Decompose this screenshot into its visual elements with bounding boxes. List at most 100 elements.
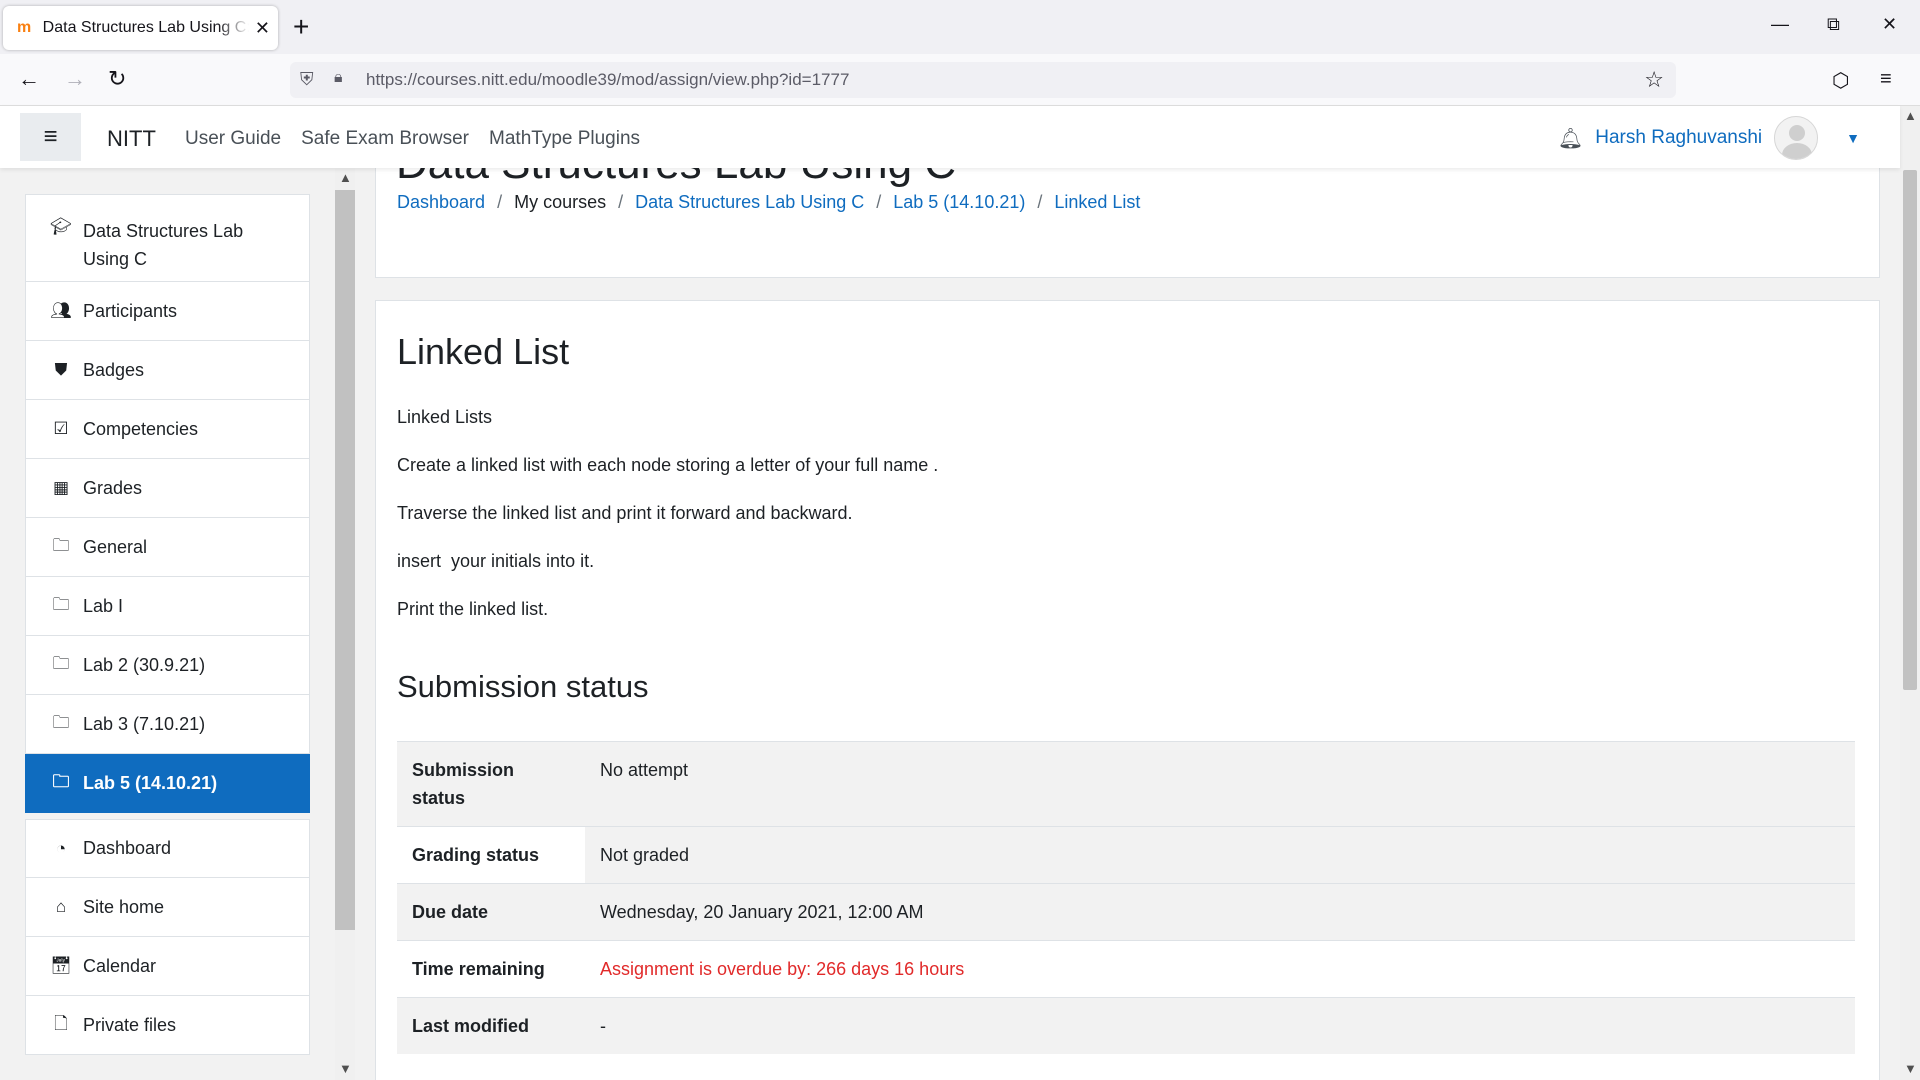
nav-link-user-guide[interactable]: User Guide	[185, 128, 281, 150]
course-title: Data Structures Lab Using C	[396, 168, 956, 189]
main-region: Data Structures Lab Using C Dashboard / …	[355, 168, 1900, 1080]
back-icon[interactable]: ←	[18, 66, 40, 92]
scroll-down-icon[interactable]: ▼	[1904, 1061, 1917, 1076]
drawer-item-private-files[interactable]: 🗋 Private files	[25, 996, 310, 1055]
breadcrumb-separator: /	[876, 192, 882, 212]
drawer-item-label: Calendar	[83, 955, 157, 976]
drawer-item-general[interactable]: 🗀 General	[25, 518, 310, 577]
lock-icon[interactable]: 🔒︎	[334, 69, 343, 87]
drawer-item-label: Lab 3 (7.10.21)	[83, 713, 206, 734]
avatar[interactable]	[1774, 116, 1819, 160]
drawer-list: 🎓︎ Data Structures Lab Using C 👥︎ Partic…	[25, 194, 310, 1055]
moodle-favicon-icon: m	[17, 19, 32, 36]
file-icon: 🗋	[54, 1013, 68, 1033]
browser-toolbar: ← → ↻ ⛨ 🔒︎ https://courses.nitt.edu/mood…	[0, 54, 1920, 106]
drawer-item-label: Site home	[83, 896, 165, 917]
drawer-item-lab-5[interactable]: 🗀 Lab 5 (14.10.21)	[25, 754, 310, 813]
intro-paragraph: Traverse the linked list and print it fo…	[397, 503, 853, 523]
folder-icon: 🗀	[52, 594, 70, 614]
minimize-icon[interactable]: —	[1771, 14, 1789, 35]
drawer-item-dashboard[interactable]: ◔ Dashboard	[25, 819, 310, 878]
browser-tab-active[interactable]: m Data Structures Lab Using C: Linked Li…	[3, 6, 278, 50]
reload-icon[interactable]: ↻	[108, 66, 126, 92]
window-close-icon[interactable]: ✕	[1882, 14, 1897, 35]
drawer-item-participants[interactable]: 👥︎ Participants	[25, 282, 310, 341]
star-icon[interactable]: ☆	[1644, 67, 1664, 93]
table-row: Grading status Not graded	[397, 826, 1855, 884]
breadcrumb-separator: /	[497, 192, 503, 212]
assignment-intro: Linked Lists Create a linked list with e…	[397, 405, 938, 645]
row-value: Not graded	[585, 826, 1855, 884]
drawer-item-label: Lab 5 (14.10.21)	[83, 772, 218, 793]
drawer-item-label: Participants	[83, 300, 178, 321]
drawer-item-calendar[interactable]: 📅︎ Calendar	[25, 937, 310, 996]
page-scroll-thumb[interactable]	[1903, 170, 1917, 690]
calendar-icon: 📅︎	[50, 956, 72, 975]
bell-icon[interactable]: 🔔︎	[1558, 126, 1583, 151]
drawer-item-badges[interactable]: ⛊ Badges	[25, 341, 310, 400]
tab-close-icon[interactable]: ✕	[255, 18, 270, 39]
page-header: Data Structures Lab Using C Dashboard / …	[375, 168, 1880, 278]
custom-menu: User Guide Safe Exam Browser MathType Pl…	[185, 128, 640, 150]
check-square-icon: ☑	[53, 419, 69, 438]
submission-status-table: Submission status No attempt Grading sta…	[397, 741, 1855, 1054]
drawer-item-competencies[interactable]: ☑ Competencies	[25, 400, 310, 459]
url-text[interactable]: https://courses.nitt.edu/moodle39/mod/as…	[366, 70, 849, 90]
nav-link-mathtype-plugins[interactable]: MathType Plugins	[489, 128, 640, 150]
shield-icon[interactable]: ⛨	[300, 69, 314, 90]
drawer-item-course[interactable]: 🎓︎ Data Structures Lab Using C	[25, 194, 310, 282]
user-name[interactable]: Harsh Raghuvanshi	[1595, 127, 1762, 149]
hamburger-icon: ≡	[43, 123, 58, 150]
row-label: Time remaining	[397, 940, 585, 998]
drawer-item-site-home[interactable]: ⌂ Site home	[25, 878, 310, 937]
address-bar[interactable]: ⛨ 🔒︎ https://courses.nitt.edu/moodle39/m…	[290, 62, 1676, 98]
site-name[interactable]: NITT	[107, 126, 156, 152]
drawer-item-label: Lab I	[83, 595, 124, 616]
scroll-up-icon[interactable]: ▲	[1904, 108, 1917, 123]
menu-icon[interactable]: ≡	[1880, 68, 1892, 91]
nav-link-safe-exam-browser[interactable]: Safe Exam Browser	[301, 128, 469, 150]
intro-paragraph: Print the linked list.	[397, 599, 549, 619]
drawer-item-lab-2[interactable]: 🗀 Lab 2 (30.9.21)	[25, 636, 310, 695]
drawer-item-label: Dashboard	[83, 838, 172, 858]
user-menu[interactable]: 🔔︎ Harsh Raghuvanshi ▼	[1558, 116, 1860, 160]
drawer-item-label: Data Structures Lab Using C	[83, 221, 244, 269]
drawer-item-label: General	[83, 536, 148, 557]
drawer-scroll-thumb[interactable]	[335, 190, 355, 930]
breadcrumb-section[interactable]: Lab 5 (14.10.21)	[893, 192, 1025, 213]
row-label: Due date	[397, 883, 585, 941]
drawer-item-lab-3[interactable]: 🗀 Lab 3 (7.10.21)	[25, 695, 310, 754]
chevron-down-icon[interactable]: ▼	[1846, 130, 1860, 146]
breadcrumb-separator: /	[1037, 192, 1043, 212]
drawer-item-lab-1[interactable]: 🗀 Lab I	[25, 577, 310, 636]
drawer-toggle-button[interactable]: ≡	[20, 113, 81, 161]
row-label: Submission status	[397, 741, 585, 827]
row-label: Grading status	[397, 826, 585, 884]
drawer-item-label: Private files	[83, 1014, 177, 1035]
drawer-scrollbar[interactable]: ▲ ▼	[335, 168, 355, 1080]
forward-icon[interactable]: →	[64, 66, 86, 92]
overdue-text: Assignment is overdue by: 266 days 16 ho…	[585, 940, 1855, 998]
breadcrumb-my-courses: My courses	[514, 192, 607, 212]
home-icon: ⌂	[55, 897, 67, 916]
pocket-icon[interactable]: ⬡	[1832, 68, 1849, 93]
breadcrumb-course[interactable]: Data Structures Lab Using C	[635, 192, 864, 213]
restore-icon[interactable]: ⧉	[1827, 14, 1840, 35]
drawer-item-label: Grades	[83, 477, 143, 498]
drawer-item-label: Competencies	[83, 418, 199, 439]
row-value: Wednesday, 20 January 2021, 12:00 AM	[585, 883, 1855, 941]
breadcrumb-dashboard[interactable]: Dashboard	[397, 192, 485, 213]
breadcrumb-activity[interactable]: Linked List	[1054, 192, 1140, 213]
page-scrollbar[interactable]: ▲ ▼	[1900, 106, 1920, 1080]
nav-drawer: 🎓︎ Data Structures Lab Using C 👥︎ Partic…	[0, 168, 355, 1080]
new-tab-button[interactable]: +	[293, 12, 309, 42]
tab-title: Data Structures Lab Using C: Linked List	[42, 19, 249, 36]
table-icon: ▦	[52, 478, 70, 497]
browser-tab-strip: m Data Structures Lab Using C: Linked Li…	[0, 0, 1920, 54]
scroll-down-icon[interactable]: ▼	[339, 1061, 352, 1076]
intro-paragraph: insert your initials into it.	[397, 551, 595, 571]
scroll-up-icon[interactable]: ▲	[339, 170, 352, 185]
row-value: -	[585, 997, 1855, 1054]
drawer-item-grades[interactable]: ▦ Grades	[25, 459, 310, 518]
folder-icon: 🗀	[52, 712, 70, 732]
